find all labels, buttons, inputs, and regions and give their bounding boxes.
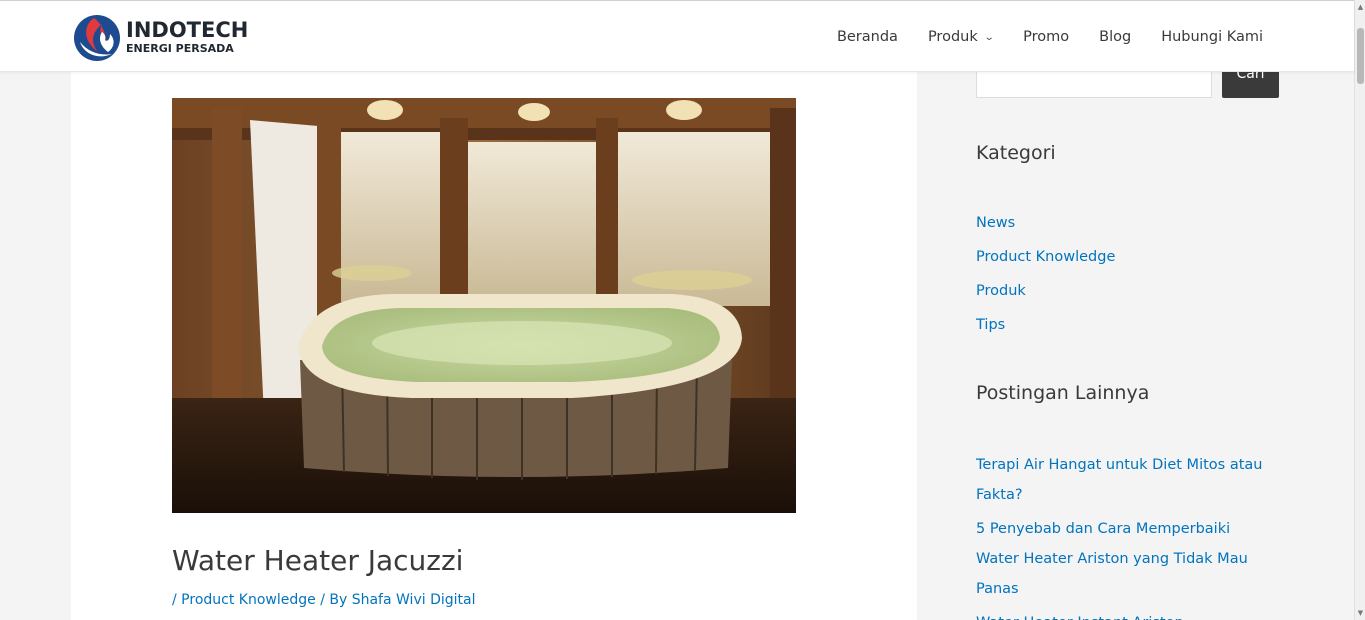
meta-category-link[interactable]: Product Knowledge <box>181 592 316 608</box>
page-scrollbar[interactable]: ▲ ▼ <box>1354 0 1365 620</box>
category-item-tips[interactable]: Tips <box>976 313 1115 347</box>
categories-title: Kategori <box>976 142 1056 164</box>
nav-item-produk[interactable]: Produk ⌄ <box>927 29 995 45</box>
other-posts-list: Terapi Air Hangat untuk Diet Mitos atau … <box>976 450 1276 620</box>
logo-flame-icon <box>74 15 120 61</box>
sidebar: Cari Kategori News Product Knowledge Pro… <box>976 52 1286 620</box>
post-link[interactable]: 5 Penyebab dan Cara Memperbaiki Water He… <box>976 514 1276 604</box>
main-navigation: Beranda Produk ⌄ Promo Blog Hubungi Kami <box>807 1 1263 73</box>
article-meta: / Product Knowledge / By Shafa Wivi Digi… <box>172 592 475 608</box>
scroll-down-arrow-icon[interactable]: ▼ <box>1356 608 1365 618</box>
category-item-produk[interactable]: Produk <box>976 279 1115 313</box>
post-link[interactable]: Water Heater Instant Ariston <box>976 608 1276 620</box>
logo-main-text: INDOTECH <box>126 18 249 42</box>
article-title: Water Heater Jacuzzi <box>172 544 464 577</box>
scroll-thumb[interactable] <box>1357 28 1364 84</box>
category-item-product-knowledge[interactable]: Product Knowledge <box>976 245 1115 279</box>
jacuzzi-image <box>172 98 796 513</box>
chevron-down-icon: ⌄ <box>983 31 995 43</box>
nav-item-blog[interactable]: Blog <box>1099 29 1131 45</box>
site-logo[interactable]: INDOTECH ENERGI PERSADA <box>72 11 252 63</box>
meta-author-link[interactable]: Shafa Wivi Digital <box>352 592 476 608</box>
other-posts-title: Postingan Lainnya <box>976 382 1150 404</box>
meta-separator: / <box>172 592 182 608</box>
logo-sub-text: ENERGI PERSADA <box>126 42 234 55</box>
category-list: News Product Knowledge Produk Tips <box>976 211 1115 347</box>
nav-item-beranda[interactable]: Beranda <box>837 29 898 45</box>
meta-by-label: / By <box>315 592 352 608</box>
article-card: Water Heater Jacuzzi / Product Knowledge… <box>71 72 917 620</box>
post-link[interactable]: Terapi Air Hangat untuk Diet Mitos atau … <box>976 450 1276 510</box>
nav-item-hubungi-kami[interactable]: Hubungi Kami <box>1161 29 1263 45</box>
category-item-news[interactable]: News <box>976 211 1115 245</box>
featured-image <box>172 98 796 513</box>
site-header: INDOTECH ENERGI PERSADA Beranda Produk ⌄… <box>0 0 1354 72</box>
nav-item-promo[interactable]: Promo <box>1023 29 1069 45</box>
scroll-up-arrow-icon[interactable]: ▲ <box>1356 2 1365 12</box>
nav-item-produk-label: Produk <box>927 29 978 45</box>
